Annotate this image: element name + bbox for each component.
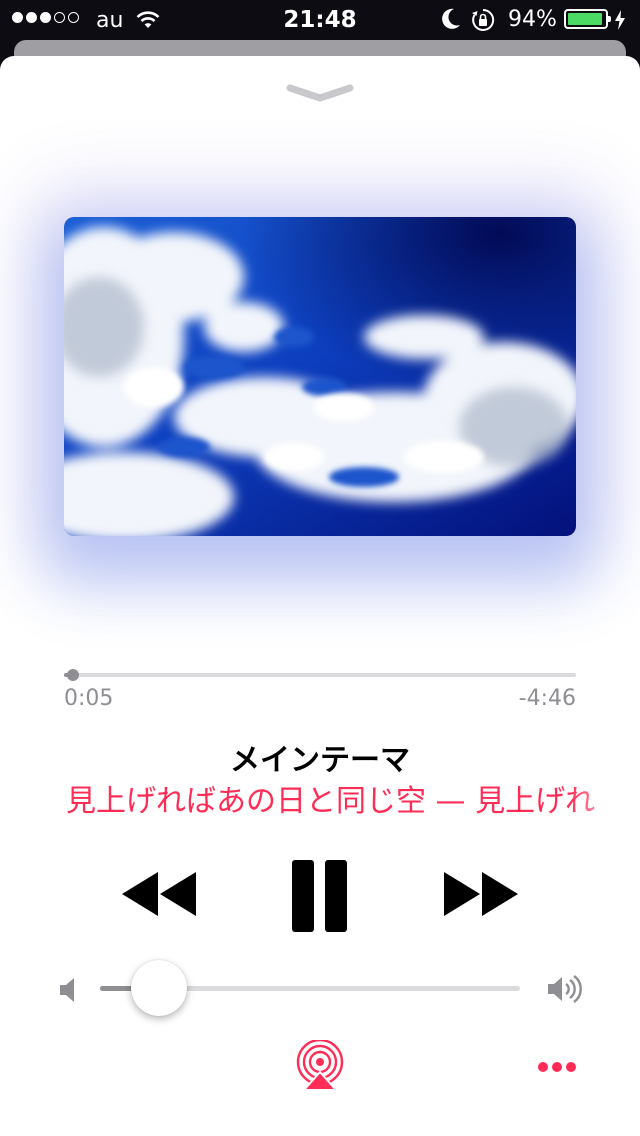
volume-thumb[interactable] <box>130 960 187 1016</box>
pause-icon[interactable] <box>290 858 350 934</box>
fast-forward-icon[interactable] <box>442 868 522 920</box>
chevron-down-icon[interactable] <box>284 82 356 104</box>
volume-slider[interactable] <box>100 960 520 1016</box>
charging-icon <box>615 10 625 30</box>
playback-progress-slider[interactable] <box>64 669 576 681</box>
artist-album-marquee: 見上げればあの日と同じ空 — 見上げれ <box>0 776 640 818</box>
more-icon[interactable] <box>536 1060 578 1074</box>
speaker-high-icon <box>548 975 582 1003</box>
orientation-lock-icon <box>472 8 495 31</box>
do-not-disturb-icon <box>442 8 460 29</box>
remaining-time: -4:46 <box>518 686 576 711</box>
airplay-icon[interactable] <box>294 1040 346 1092</box>
song-title: メインテーマ <box>230 743 410 778</box>
album-artwork <box>64 217 576 536</box>
battery-icon <box>564 9 611 29</box>
artist-album-label: 見上げればあの日と同じ空 — 見上げれ <box>66 784 596 818</box>
rewind-icon[interactable] <box>120 868 200 920</box>
speaker-low-icon <box>60 978 74 1002</box>
battery-percent: 94% <box>508 7 557 32</box>
elapsed-time: 0:05 <box>64 686 114 711</box>
status-bar: au 21:48 94% <box>0 0 640 40</box>
